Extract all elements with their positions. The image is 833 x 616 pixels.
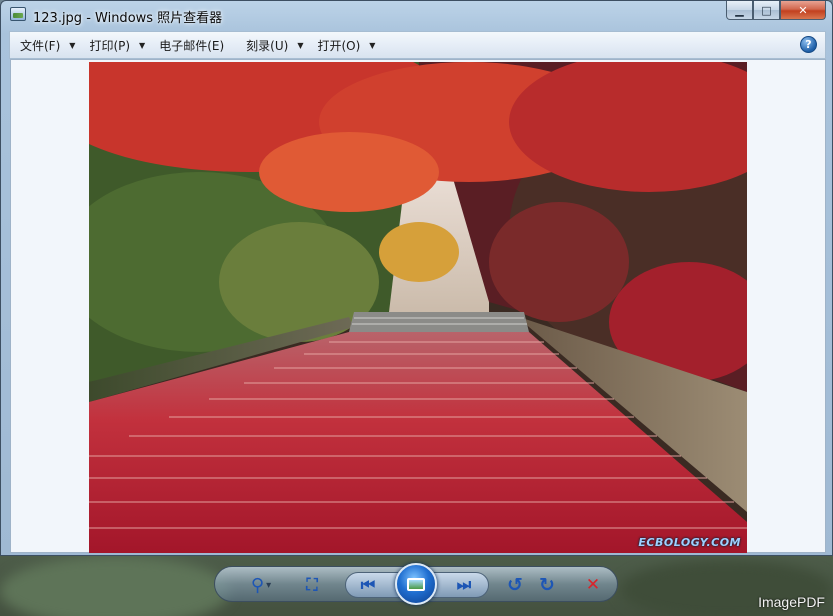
menu-open-label: 打开(O) (317, 38, 361, 53)
menu-print-label: 打印(P) (89, 38, 131, 53)
menu-burn[interactable]: 刻录(U) ▼ (240, 34, 309, 56)
menu-burn-label: 刻录(U) (246, 38, 289, 53)
next-icon: ⏭ (456, 575, 472, 594)
viewer-toolbar: ⚲ ▾ ⛶ ⏮ ⏭ ↺ ↻ ✕ (214, 563, 618, 605)
photo-viewer-window: 123.jpg - Windows 照片查看器 ▁ □ ✕ 文件(F) ▼ 打印… (0, 0, 833, 556)
displayed-photo: ECBOLOGY.COM (89, 62, 747, 553)
chevron-down-icon: ▼ (69, 40, 76, 50)
menu-print[interactable]: 打印(P) ▼ (83, 34, 151, 56)
menu-email-label: 电子邮件(E) (159, 38, 225, 53)
desktop-background (0, 556, 230, 616)
rotate-counterclockwise-icon: ↺ (507, 574, 523, 596)
delete-button[interactable]: ✕ (581, 573, 605, 597)
rotate-clockwise-icon: ↻ (539, 574, 555, 596)
chevron-down-icon: ▼ (369, 40, 376, 50)
brand-watermark: ImagePDF (758, 594, 825, 610)
close-icon: ✕ (798, 3, 808, 17)
close-button[interactable]: ✕ (780, 1, 826, 20)
menu-bar: 文件(F) ▼ 打印(P) ▼ 电子邮件(E) 刻录(U) ▼ 打开(O) ▼ … (9, 31, 826, 59)
slideshow-icon (407, 577, 425, 591)
maximize-icon: □ (761, 3, 772, 17)
title-bar[interactable]: 123.jpg - Windows 照片查看器 ▁ □ ✕ (1, 1, 832, 28)
menu-email[interactable]: 电子邮件(E) (153, 34, 230, 56)
previous-icon: ⏮ (360, 575, 376, 594)
minimize-button[interactable]: ▁ (726, 1, 753, 20)
menu-open[interactable]: 打开(O) ▼ (311, 34, 381, 56)
actual-size-button[interactable]: ⛶ (299, 573, 325, 597)
photo-watermark: ECBOLOGY.COM (638, 536, 741, 549)
help-icon[interactable]: ? (800, 36, 817, 53)
zoom-button[interactable]: ⚲ ▾ (241, 573, 281, 597)
slideshow-button[interactable] (395, 563, 437, 605)
chevron-down-icon: ▼ (297, 40, 304, 50)
zoom-icon: ⚲ (250, 574, 265, 596)
window-title: 123.jpg - Windows 照片查看器 (33, 11, 223, 26)
photo-viewer-app-icon[interactable] (10, 7, 26, 21)
menu-file[interactable]: 文件(F) ▼ (14, 34, 81, 56)
chevron-down-icon: ▼ (139, 40, 146, 50)
chevron-down-icon: ▾ (266, 579, 272, 591)
rotate-clockwise-button[interactable]: ↻ (535, 573, 559, 597)
next-button[interactable]: ⏭ (451, 573, 477, 597)
actual-size-icon: ⛶ (306, 575, 318, 594)
window-controls: ▁ □ ✕ (726, 1, 826, 20)
delete-icon: ✕ (585, 575, 601, 595)
maximize-button[interactable]: □ (753, 1, 780, 20)
minimize-icon: ▁ (735, 3, 744, 17)
image-viewport[interactable]: ECBOLOGY.COM (10, 59, 826, 553)
rotate-counterclockwise-button[interactable]: ↺ (503, 573, 527, 597)
previous-button[interactable]: ⏮ (355, 573, 381, 597)
menu-file-label: 文件(F) (20, 38, 61, 53)
autumn-staircase-image (89, 62, 747, 553)
